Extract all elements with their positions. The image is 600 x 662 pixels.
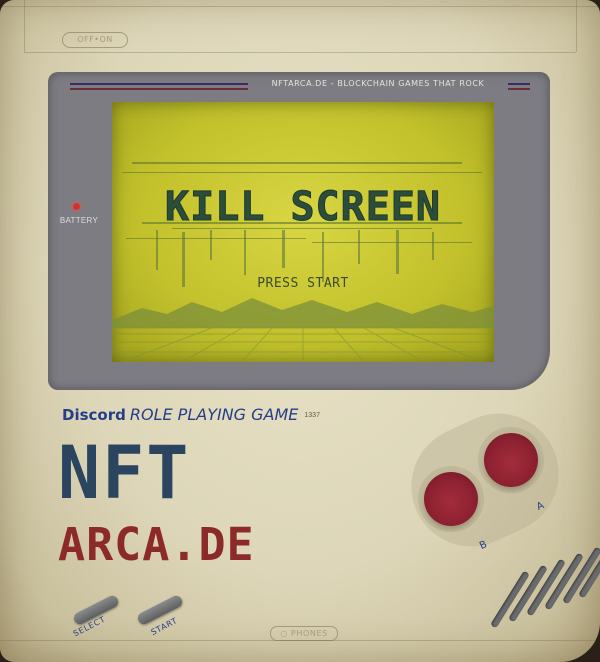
game-screen[interactable]: KILL SCREEN PRESS START [112, 102, 494, 362]
phones-jack-label: ○ PHONES [270, 626, 338, 641]
mountains-icon [112, 298, 494, 328]
bezel-stripe [70, 88, 248, 90]
bezel-stripe [508, 88, 530, 90]
screen-graphics: KILL SCREEN [112, 162, 494, 362]
handheld-console: OFF•ON NFTARCA.DE - BLOCKCHAIN GAMES THA… [0, 0, 600, 662]
tagline: Discord ROLE PLAYING GAME 1337 [62, 405, 320, 425]
press-start-prompt: PRESS START [257, 276, 349, 291]
top-horizontal-groove [24, 52, 576, 53]
logo-line2: ARCA.DE [58, 518, 255, 571]
battery-led-icon [73, 203, 80, 210]
a-button[interactable] [484, 433, 538, 487]
bezel-stripe [508, 83, 530, 85]
bezel-stripe [70, 83, 248, 85]
tagline-number: 1337 [304, 412, 320, 420]
tagline-discord: Discord [62, 406, 126, 424]
right-groove [576, 0, 577, 52]
bezel-title: NFTARCA.DE - BLOCKCHAIN GAMES THAT ROCK [271, 79, 485, 88]
tagline-subtitle: ROLE PLAYING GAME [129, 405, 299, 424]
grid-floor [112, 327, 494, 362]
bottom-groove [0, 640, 600, 641]
b-button[interactable] [424, 472, 478, 526]
screen-bezel: NFTARCA.DE - BLOCKCHAIN GAMES THAT ROCK … [48, 72, 550, 390]
battery-label: BATTERY [59, 216, 99, 225]
left-groove [24, 0, 25, 52]
power-switch-label[interactable]: OFF•ON [62, 32, 128, 48]
logo-line1: NFT [58, 429, 191, 516]
game-title: KILL SCREEN [165, 184, 441, 230]
top-groove [0, 6, 600, 7]
